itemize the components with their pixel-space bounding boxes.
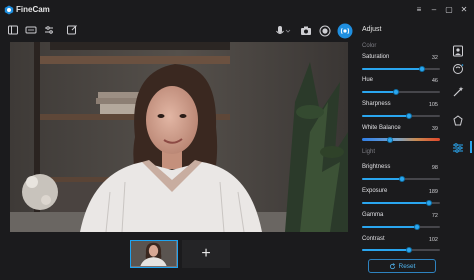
exposure-fill	[362, 202, 430, 204]
scene-thumbnail[interactable]	[130, 240, 178, 268]
active-tab-indicator	[470, 141, 472, 153]
exposure-handle[interactable]	[426, 200, 433, 206]
saturation-fill	[362, 68, 423, 70]
contrast-slider[interactable]	[362, 247, 440, 253]
sharpness-label: Sharpness	[362, 101, 391, 107]
adjust-panel: Adjust Color Saturation 32 Hue 46 Sharpn…	[358, 26, 442, 280]
contrast-fill	[362, 249, 409, 251]
maximize-icon[interactable]: ▢	[443, 4, 455, 16]
record-icon[interactable]	[318, 24, 332, 38]
gamma-fill	[362, 226, 417, 228]
contrast-value: 102	[428, 237, 438, 243]
brightness-label: Brightness	[362, 164, 391, 170]
saturation-value: 32	[431, 55, 438, 61]
white-balance-slider[interactable]	[362, 136, 440, 143]
reset-label: Reset	[398, 262, 416, 270]
contrast-handle[interactable]	[405, 247, 412, 253]
exposure-value: 189	[428, 189, 438, 195]
sharpness-slider[interactable]	[362, 113, 440, 119]
beauty-icon[interactable]	[451, 62, 465, 76]
edit-icon[interactable]	[66, 24, 78, 36]
white-balance-value: 39	[431, 126, 438, 132]
reset-button[interactable]: Reset	[368, 259, 436, 273]
filter-icon[interactable]	[451, 114, 465, 128]
camera-icon[interactable]	[299, 24, 313, 38]
gamma-slider[interactable]	[362, 224, 440, 230]
sharpness-handle[interactable]	[405, 113, 412, 119]
brightness-slider[interactable]	[362, 176, 440, 182]
title-bar: FineCam ≡ – ▢ ✕	[0, 0, 474, 20]
panel-title: Adjust	[362, 26, 382, 33]
hue-fill	[362, 91, 397, 93]
aspect-icon[interactable]	[25, 24, 37, 36]
brightness-handle[interactable]	[398, 176, 405, 182]
saturation-label: Saturation	[362, 54, 390, 60]
live-stream-icon[interactable]	[337, 23, 353, 39]
reset-icon	[389, 262, 395, 269]
saturation-handle[interactable]	[419, 66, 426, 72]
sharpness-fill	[362, 115, 409, 117]
exposure-slider[interactable]	[362, 200, 440, 206]
sharpness-value: 105	[428, 102, 438, 108]
adjust-icon[interactable]	[43, 24, 55, 36]
menu-icon[interactable]: ≡	[413, 4, 425, 16]
section-label-color: Color	[362, 43, 377, 49]
gamma-handle[interactable]	[413, 224, 420, 230]
hue-label: Hue	[362, 77, 374, 83]
app-title: FineCam	[16, 5, 50, 14]
finecam-logo	[4, 5, 14, 15]
magic-wand-icon[interactable]	[451, 85, 465, 99]
hue-slider[interactable]	[362, 89, 440, 95]
minimize-icon[interactable]: –	[428, 4, 440, 16]
hue-handle[interactable]	[393, 89, 400, 95]
portrait-icon[interactable]	[451, 44, 465, 58]
white-balance-handle[interactable]	[387, 136, 394, 143]
camera-preview	[10, 42, 348, 232]
gamma-label: Gamma	[362, 212, 384, 218]
contrast-label: Contrast	[362, 236, 385, 242]
brightness-value: 98	[431, 165, 438, 171]
exposure-label: Exposure	[362, 188, 388, 194]
brightness-fill	[362, 178, 402, 180]
microphone-icon[interactable]	[275, 24, 291, 38]
saturation-slider[interactable]	[362, 66, 440, 72]
add-scene-button[interactable]: +	[182, 240, 230, 268]
gamma-value: 72	[431, 213, 438, 219]
layout-icon[interactable]	[7, 24, 19, 36]
adjust-panel-icon[interactable]	[451, 141, 465, 155]
section-label-light: Light	[362, 149, 376, 155]
hue-value: 46	[431, 78, 438, 84]
close-icon[interactable]: ✕	[458, 4, 470, 16]
white-balance-label: White Balance	[362, 125, 401, 131]
